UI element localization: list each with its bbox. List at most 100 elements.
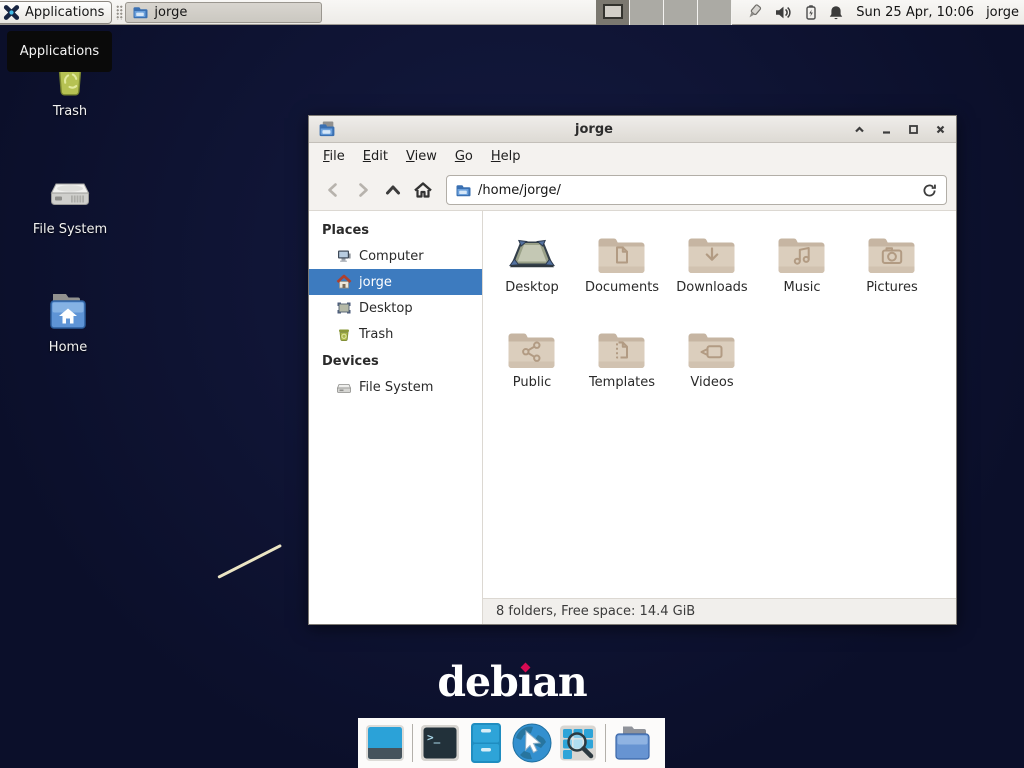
workspace-3[interactable] (664, 0, 698, 25)
workspace-1[interactable] (596, 0, 630, 25)
applications-menu-button[interactable]: Applications (0, 1, 112, 24)
battery-icon[interactable] (803, 4, 818, 21)
application-finder-icon[interactable] (555, 720, 601, 766)
computer-icon (336, 248, 352, 264)
address-bar-input[interactable]: /home/jorge/ (446, 175, 947, 205)
notifications-bell-icon[interactable] (828, 4, 844, 21)
maximize-button[interactable] (906, 122, 920, 136)
forward-button[interactable] (348, 175, 378, 205)
xfce-applications-icon (3, 4, 20, 21)
desktop-icon-file-system[interactable]: File System (22, 170, 118, 237)
menu-file[interactable]: File (314, 145, 354, 168)
back-button[interactable] (318, 175, 348, 205)
desktop-pad-icon (506, 221, 558, 275)
web-browser-globe-icon[interactable] (509, 720, 555, 766)
sidebar-item-label: File System (359, 380, 433, 395)
desktop-icon-label: Home (49, 340, 87, 355)
bottom-dock: >_ (358, 718, 665, 768)
taskbar-window-button[interactable]: jorge (125, 2, 322, 23)
window-title: jorge (336, 122, 852, 137)
file-cabinet-icon[interactable] (463, 720, 509, 766)
sidebar-item-jorge[interactable]: jorge (309, 269, 482, 295)
file-item-label: Desktop (505, 280, 559, 295)
file-grid: Desktop Documents Downloads Music (487, 221, 956, 411)
home-button[interactable] (408, 175, 438, 205)
trash-icon (336, 326, 352, 342)
debian-logo: debıan (0, 660, 1024, 708)
sidebar-devices-header: Devices (309, 347, 482, 374)
up-button[interactable] (378, 175, 408, 205)
videos-folder-icon (686, 316, 738, 370)
top-panel: Applications jorge Sun 25 Apr, 10:06 jor… (0, 0, 1024, 25)
file-item-label: Public (513, 375, 551, 390)
volume-icon[interactable] (774, 4, 793, 21)
file-item-desktop[interactable]: Desktop (487, 221, 577, 316)
menu-help[interactable]: Help (482, 145, 530, 168)
dock-separator (412, 724, 413, 762)
pictures-folder-icon (866, 221, 918, 275)
documents-folder-icon (596, 221, 648, 275)
drive-icon (336, 379, 352, 395)
hard-drive-icon (47, 170, 93, 216)
toolbar: /home/jorge/ (309, 170, 956, 211)
system-tray (744, 4, 844, 21)
desktop-icon-label: File System (33, 222, 107, 237)
address-path-text: /home/jorge/ (478, 183, 561, 198)
panel-clock[interactable]: Sun 25 Apr, 10:06 (856, 5, 974, 20)
shade-button[interactable] (852, 122, 866, 136)
window-controls (852, 122, 947, 136)
panel-username: jorge (986, 5, 1019, 20)
reload-icon[interactable] (921, 182, 938, 199)
music-folder-icon (776, 221, 828, 275)
file-manager-window: jorge File Edit View Go Help /home/jorge… (308, 115, 957, 625)
file-item-music[interactable]: Music (757, 221, 847, 316)
file-item-videos[interactable]: Videos (667, 316, 757, 411)
folder-icon (132, 4, 148, 20)
window-titlebar[interactable]: jorge (309, 116, 956, 143)
sidebar-places-header: Places (309, 216, 482, 243)
stylus-icon[interactable] (744, 4, 764, 21)
content-column: Desktop Documents Downloads Music (483, 211, 956, 624)
menu-go[interactable]: Go (446, 145, 482, 168)
tooltip-text: Applications (20, 44, 99, 59)
workspace-4[interactable] (698, 0, 732, 25)
home-icon (336, 274, 352, 290)
sidebar-item-label: Desktop (359, 301, 413, 316)
templates-folder-icon (596, 316, 648, 370)
file-view[interactable]: Desktop Documents Downloads Music (483, 211, 956, 598)
downloads-folder-icon (686, 221, 738, 275)
menu-edit[interactable]: Edit (354, 145, 397, 168)
desktop-icon-label: Trash (53, 104, 87, 119)
workspace-switcher[interactable] (596, 0, 732, 25)
sidebar-item-file-system[interactable]: File System (309, 374, 482, 400)
sidebar-item-desktop[interactable]: Desktop (309, 295, 482, 321)
file-item-documents[interactable]: Documents (577, 221, 667, 316)
address-folder-icon (455, 182, 471, 198)
minimize-button[interactable] (879, 122, 893, 136)
desktop-icon-home[interactable]: Home (20, 288, 116, 355)
file-item-public[interactable]: Public (487, 316, 577, 411)
menu-view[interactable]: View (397, 145, 446, 168)
window-folder-icon (318, 121, 336, 138)
file-item-pictures[interactable]: Pictures (847, 221, 937, 316)
file-browser-folder-icon[interactable] (610, 720, 656, 766)
status-text: 8 folders, Free space: 14.4 GiB (496, 604, 695, 619)
file-item-label: Templates (589, 375, 655, 390)
sidebar-item-label: Trash (359, 327, 393, 342)
sidebar-item-computer[interactable]: Computer (309, 243, 482, 269)
show-desktop-icon[interactable] (362, 720, 408, 766)
file-item-templates[interactable]: Templates (577, 316, 667, 411)
close-button[interactable] (933, 122, 947, 136)
applications-tooltip: Applications (7, 31, 112, 72)
desktop-diagonal-line (217, 544, 282, 579)
file-item-label: Documents (585, 280, 659, 295)
file-item-downloads[interactable]: Downloads (667, 221, 757, 316)
sidebar-item-trash[interactable]: Trash (309, 321, 482, 347)
applications-menu-label: Applications (25, 5, 104, 20)
workspace-2[interactable] (630, 0, 664, 25)
public-folder-icon (506, 316, 558, 370)
desktop-icon (336, 300, 352, 316)
dock-separator (605, 724, 606, 762)
terminal-icon[interactable]: >_ (417, 720, 463, 766)
file-item-label: Downloads (676, 280, 747, 295)
